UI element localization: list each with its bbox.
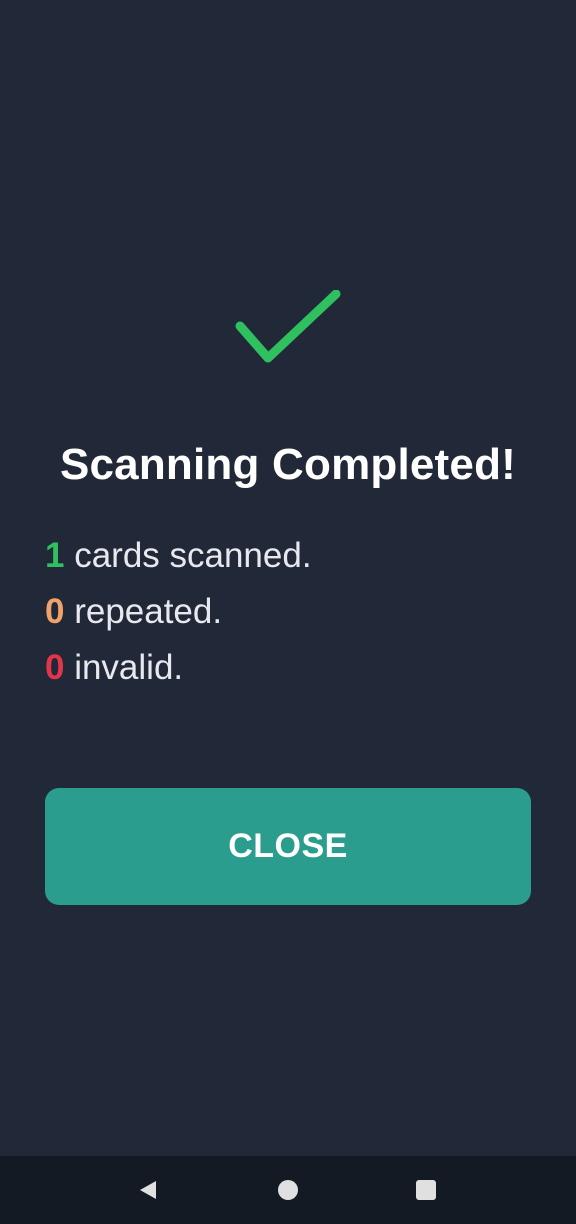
- scan-result-screen: Scanning Completed! 1 cards scanned. 0 r…: [0, 0, 576, 1224]
- stat-count: 1: [45, 536, 65, 575]
- stat-label: cards scanned.: [64, 536, 312, 575]
- stat-invalid: 0 invalid.: [45, 644, 535, 700]
- stat-count: 0: [45, 592, 65, 631]
- stat-repeated: 0 repeated.: [45, 588, 535, 644]
- page-title: Scanning Completed!: [59, 440, 517, 489]
- checkmark-icon: [235, 290, 341, 363]
- stat-count: 0: [45, 648, 65, 687]
- home-icon: [278, 1180, 298, 1200]
- system-navigation-bar: [0, 1156, 576, 1224]
- recents-icon: [416, 1180, 436, 1200]
- stat-label: invalid.: [64, 648, 184, 687]
- recents-button[interactable]: [406, 1170, 446, 1210]
- home-button[interactable]: [268, 1170, 308, 1210]
- back-icon: [140, 1181, 156, 1199]
- close-button[interactable]: CLOSE: [45, 788, 531, 905]
- scan-stats: 1 cards scanned. 0 repeated. 0 invalid.: [45, 532, 535, 700]
- stat-label: repeated.: [64, 592, 223, 631]
- stat-cards-scanned: 1 cards scanned.: [45, 532, 535, 588]
- back-button[interactable]: [128, 1170, 168, 1210]
